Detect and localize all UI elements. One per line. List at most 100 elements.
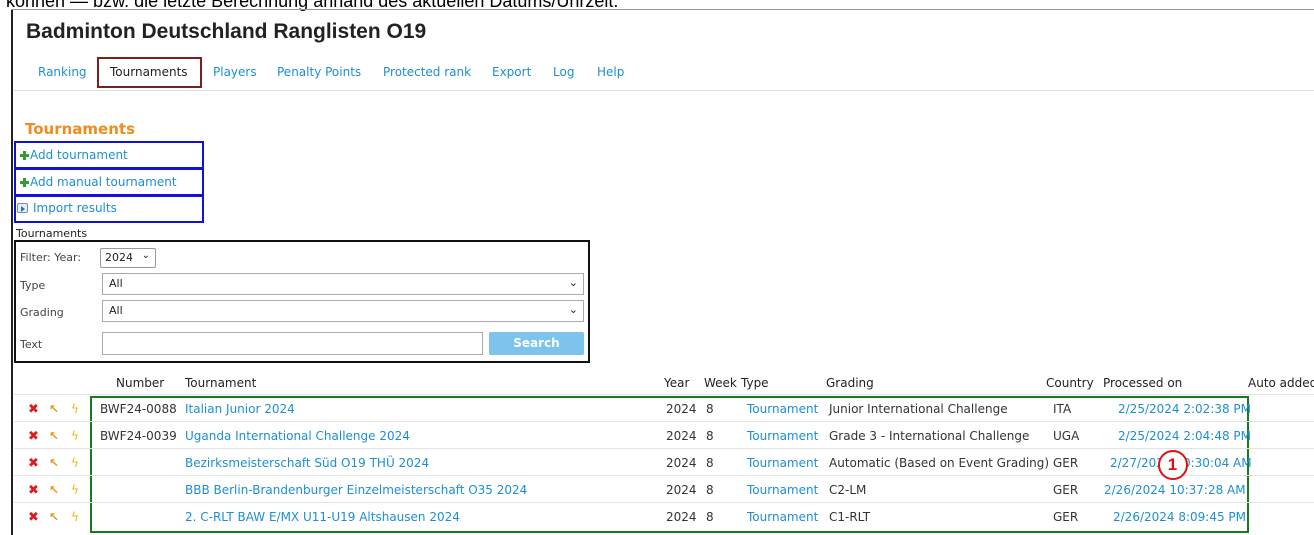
bolt-icon[interactable]: ϟ	[71, 484, 79, 496]
grading-filter-label: Grading	[20, 306, 64, 319]
row-week-cell: 8	[706, 429, 714, 443]
row-type-link[interactable]: Tournament	[747, 483, 818, 497]
column-header-year[interactable]: Year	[664, 376, 689, 390]
edit-icon[interactable]: ↖	[49, 511, 59, 523]
add-tournament-link[interactable]: Add tournament	[30, 148, 128, 162]
nav-protected-rank[interactable]: Protected rank	[383, 65, 471, 79]
bolt-icon[interactable]: ϟ	[71, 511, 79, 523]
row-grading-cell: Grade 3 - International Challenge	[829, 429, 1030, 443]
chevron-down-icon: ⌄	[568, 303, 578, 316]
annotation-marker-number: 1	[1167, 455, 1178, 474]
nav-help[interactable]: Help	[597, 65, 624, 79]
column-header-number[interactable]: Number	[116, 376, 164, 390]
row-tournament-link[interactable]: Uganda International Challenge 2024	[185, 429, 410, 443]
filter-section-title: Tournaments	[16, 227, 88, 240]
column-header-grading[interactable]: Grading	[826, 376, 874, 390]
row-country-cell: GER	[1053, 483, 1079, 497]
delete-icon[interactable]: ✖	[28, 457, 39, 470]
row-processed-on-link[interactable]: 2/25/2024 2:04:48 PM	[1118, 429, 1251, 443]
row-processed-on-link[interactable]: 2/26/2024 8:09:45 PM	[1113, 510, 1246, 524]
table-row-divider	[14, 448, 1314, 449]
type-select-value: All	[109, 277, 123, 290]
row-week-cell: 8	[706, 402, 714, 416]
table-row-divider	[14, 475, 1314, 476]
row-type-link[interactable]: Tournament	[747, 429, 818, 443]
type-select[interactable]: All ⌄	[102, 273, 584, 295]
row-processed-on-link[interactable]: 2/25/2024 2:02:38 PM	[1118, 402, 1251, 416]
edit-icon[interactable]: ↖	[49, 457, 59, 469]
row-country-cell: GER	[1053, 456, 1079, 470]
table-row-divider	[14, 502, 1314, 503]
grading-select[interactable]: All ⌄	[102, 300, 584, 322]
import-icon	[17, 203, 28, 213]
row-year-cell: 2024	[666, 510, 697, 524]
row-country-cell: UGA	[1053, 429, 1080, 443]
row-number-cell: BWF24-0039	[100, 429, 177, 443]
text-search-input[interactable]	[102, 332, 483, 355]
add-manual-tournament-link[interactable]: Add manual tournament	[30, 175, 177, 189]
column-header-tournament[interactable]: Tournament	[185, 376, 256, 390]
row-tournament-link[interactable]: BBB Berlin-Brandenburger Einzelmeistersc…	[185, 483, 527, 497]
row-week-cell: 8	[706, 510, 714, 524]
year-select-value: 2024	[105, 251, 133, 264]
nav-export[interactable]: Export	[492, 65, 531, 79]
row-week-cell: 8	[706, 483, 714, 497]
column-header-auto-added[interactable]: Auto added	[1248, 376, 1314, 390]
app-title: Badminton Deutschland Ranglisten O19	[26, 20, 427, 43]
row-grading-cell: C2-LM	[829, 483, 867, 497]
plus-icon	[20, 178, 29, 187]
row-type-link[interactable]: Tournament	[747, 456, 818, 470]
column-header-processed-on[interactable]: Processed on	[1103, 376, 1182, 390]
nav-ranking[interactable]: Ranking	[38, 65, 87, 79]
import-results-link[interactable]: Import results	[33, 201, 117, 215]
row-year-cell: 2024	[666, 456, 697, 470]
bolt-icon[interactable]: ϟ	[71, 430, 79, 442]
row-country-cell: GER	[1053, 510, 1079, 524]
search-button[interactable]: Search	[489, 332, 584, 355]
row-country-cell: ITA	[1053, 402, 1072, 416]
delete-icon[interactable]: ✖	[28, 511, 39, 524]
nav-log[interactable]: Log	[553, 65, 574, 79]
column-header-country[interactable]: Country	[1046, 376, 1094, 390]
text-filter-label: Text	[20, 338, 43, 351]
table-row-divider	[14, 421, 1314, 422]
nav-penalty-points[interactable]: Penalty Points	[277, 65, 361, 79]
row-tournament-link[interactable]: Italian Junior 2024	[185, 402, 295, 416]
edit-icon[interactable]: ↖	[49, 403, 59, 415]
window-frame-top	[11, 9, 1314, 10]
bolt-icon[interactable]: ϟ	[71, 403, 79, 415]
document-context-text: können — bzw. die letzte Berechnung anha…	[6, 0, 619, 11]
section-title: Tournaments	[25, 120, 136, 138]
table-row-divider	[14, 394, 1314, 395]
row-tournament-link[interactable]: Bezirksmeisterschaft Süd O19 THÜ 2024	[185, 456, 429, 470]
grading-select-value: All	[109, 304, 123, 317]
window-frame-left	[11, 9, 13, 535]
column-header-type[interactable]: Type	[741, 376, 769, 390]
year-select[interactable]: 2024 ⌄	[100, 248, 156, 268]
row-grading-cell: Junior International Challenge	[829, 402, 1008, 416]
edit-icon[interactable]: ↖	[49, 430, 59, 442]
row-number-cell: BWF24-0088	[100, 402, 177, 416]
year-filter-label: Filter: Year:	[20, 251, 82, 264]
row-type-link[interactable]: Tournament	[747, 402, 818, 416]
annotation-marker: 1	[1158, 450, 1188, 480]
nav-divider	[14, 90, 1314, 91]
chevron-down-icon: ⌄	[141, 250, 150, 261]
nav-players[interactable]: Players	[213, 65, 257, 79]
row-processed-on-link[interactable]: 2/26/2024 10:37:28 AM	[1104, 483, 1246, 497]
delete-icon[interactable]: ✖	[28, 484, 39, 497]
row-grading-cell: Automatic (Based on Event Grading)	[829, 456, 1050, 470]
type-filter-label: Type	[20, 279, 46, 292]
delete-icon[interactable]: ✖	[28, 403, 39, 416]
row-grading-cell: C1-RLT	[829, 510, 871, 524]
edit-icon[interactable]: ↖	[49, 484, 59, 496]
nav-tournaments[interactable]: Tournaments	[110, 65, 188, 79]
row-type-link[interactable]: Tournament	[747, 510, 818, 524]
row-week-cell: 8	[706, 456, 714, 470]
delete-icon[interactable]: ✖	[28, 430, 39, 443]
chevron-down-icon: ⌄	[568, 276, 578, 289]
row-year-cell: 2024	[666, 402, 697, 416]
row-tournament-link[interactable]: 2. C-RLT BAW E/MX U11-U19 Altshausen 202…	[185, 510, 460, 524]
bolt-icon[interactable]: ϟ	[71, 457, 79, 469]
column-header-week[interactable]: Week	[704, 376, 737, 390]
